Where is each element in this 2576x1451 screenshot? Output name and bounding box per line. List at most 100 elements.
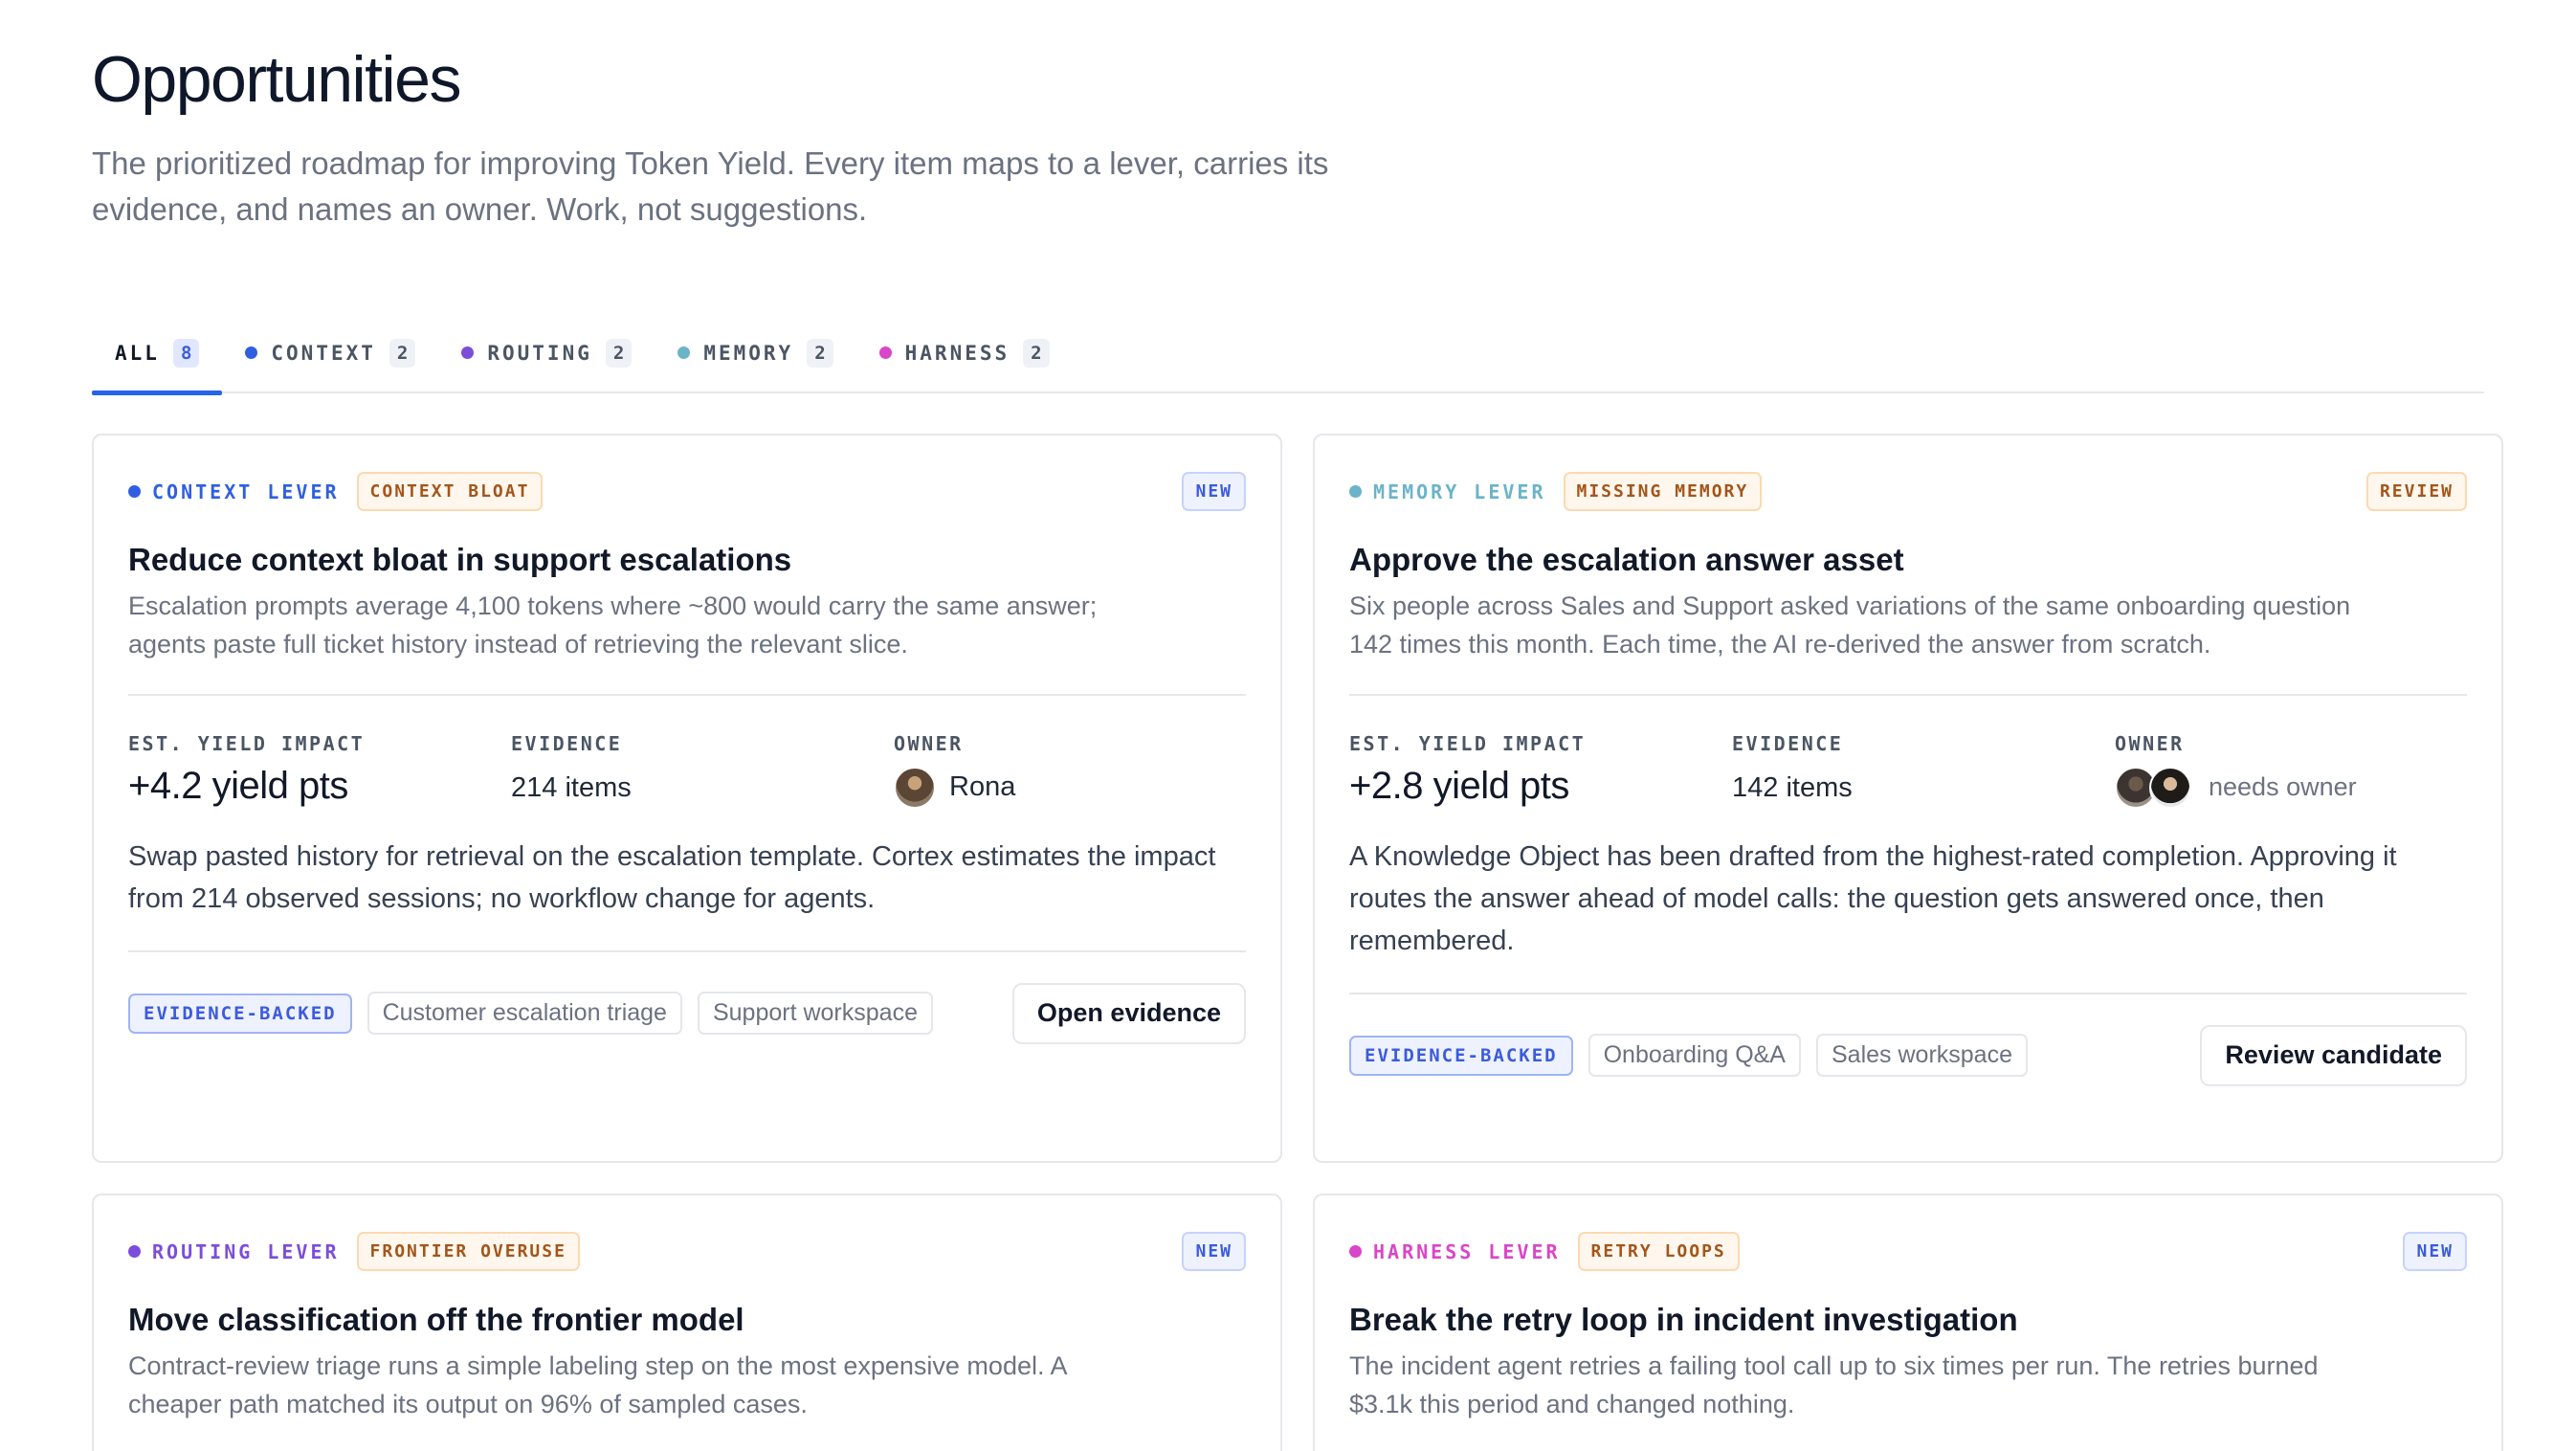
tab-context[interactable]: CONTEXT 2 xyxy=(222,313,438,393)
tab-memory[interactable]: MEMORY 2 xyxy=(655,313,855,393)
owner-name: needs owner xyxy=(2209,772,2357,802)
card-body: A Knowledge Object has been drafted from… xyxy=(1349,840,2397,956)
lever-text: CONTEXT LEVER xyxy=(152,480,340,503)
workflow-chip[interactable]: Customer escalation triage xyxy=(366,992,682,1036)
tab-label: CONTEXT xyxy=(271,341,376,365)
status-badge: NEW xyxy=(1182,472,1246,512)
card-header: CONTEXT LEVER CONTEXT BLOAT NEW xyxy=(128,470,1246,514)
avatar xyxy=(894,766,936,809)
card-body: Swap pasted history for retrieval on the… xyxy=(128,840,1216,914)
metric-label: EST. YIELD IMPACT xyxy=(1349,731,1587,755)
page-subtitle: The prioritized roadmap for improving To… xyxy=(92,145,1329,227)
card-header: HARNESS LEVER RETRY LOOPS NEW xyxy=(1349,1230,2467,1274)
lever-filter-tabs: ALL 8 CONTEXT 2 ROUTING 2 MEMORY 2 HARNE… xyxy=(92,313,2484,395)
lever-label: MEMORY LEVER xyxy=(1349,480,1546,503)
metric-yield: EST. YIELD IMPACT +4.2 yield pts xyxy=(128,732,511,809)
avatar xyxy=(2149,766,2191,809)
metric-label: OWNER xyxy=(894,731,964,755)
context-dot-icon xyxy=(245,346,258,360)
card-footer: EVIDENCE-BACKED Customer escalation tria… xyxy=(128,982,1246,1044)
metric-owner: OWNER needs owner xyxy=(2115,732,2498,809)
card-title[interactable]: Reduce context bloat in support escalati… xyxy=(128,539,1246,581)
opportunity-card-harness: HARNESS LEVER RETRY LOOPS NEW Break the … xyxy=(1313,1193,2503,1451)
metric-owner: OWNER Rona xyxy=(894,732,1277,809)
lever-dot-icon xyxy=(128,1245,141,1259)
harness-dot-icon xyxy=(878,346,892,360)
issue-badge: MISSING MEMORY xyxy=(1563,472,1763,512)
metric-yield: EST. YIELD IMPACT +2.8 yield pts xyxy=(1349,732,1732,809)
tab-count: 8 xyxy=(172,338,200,368)
workspace-chip[interactable]: Support workspace xyxy=(697,992,933,1036)
divider xyxy=(128,693,1246,696)
tab-count: 2 xyxy=(605,338,633,368)
lever-text: ROUTING LEVER xyxy=(152,1239,340,1263)
opportunity-grid: CONTEXT LEVER CONTEXT BLOAT NEW Reduce c… xyxy=(92,433,2503,1451)
tab-label: HARNESS xyxy=(904,341,1010,365)
yield-value: +2.8 yield pts xyxy=(1349,764,1569,807)
lever-label: CONTEXT LEVER xyxy=(128,480,340,503)
issue-badge: RETRY LOOPS xyxy=(1577,1232,1740,1272)
opportunity-card-routing: ROUTING LEVER FRONTIER OVERUSE NEW Move … xyxy=(92,1193,1282,1451)
evidence-backed-badge: EVIDENCE-BACKED xyxy=(1349,1035,1573,1076)
card-description: Six people across Sales and Support aske… xyxy=(1349,591,2351,659)
memory-dot-icon xyxy=(677,346,691,360)
tab-all[interactable]: ALL 8 xyxy=(92,313,223,395)
evidence-value: 214 items xyxy=(511,771,632,803)
metric-label: EVIDENCE xyxy=(1732,731,1844,755)
owner-field[interactable]: needs owner xyxy=(2115,766,2498,809)
card-title[interactable]: Move classification off the frontier mod… xyxy=(128,1299,1246,1341)
tab-count: 2 xyxy=(1023,338,1050,368)
metric-label: EST. YIELD IMPACT xyxy=(128,731,366,755)
metric-label: OWNER xyxy=(2115,731,2185,755)
opportunity-card-context: CONTEXT LEVER CONTEXT BLOAT NEW Reduce c… xyxy=(92,433,1282,1163)
lever-dot-icon xyxy=(128,485,141,499)
tab-label: ROUTING xyxy=(487,341,592,365)
evidence-value: 142 items xyxy=(1732,771,1853,803)
status-badge: NEW xyxy=(2403,1232,2467,1272)
workspace-chip[interactable]: Sales workspace xyxy=(1816,1034,2028,1078)
divider xyxy=(1349,992,2467,994)
metric-evidence: EVIDENCE 142 items xyxy=(1732,732,2115,809)
divider xyxy=(128,949,1246,952)
status-badge: REVIEW xyxy=(2365,472,2467,512)
card-title[interactable]: Approve the escalation answer asset xyxy=(1349,539,2467,581)
card-header: MEMORY LEVER MISSING MEMORY REVIEW xyxy=(1349,470,2467,514)
divider xyxy=(1349,693,2467,696)
card-title[interactable]: Break the retry loop in incident investi… xyxy=(1349,1299,2467,1341)
card-metrics: EST. YIELD IMPACT +4.2 yield pts EVIDENC… xyxy=(128,732,1246,809)
card-description: Contract-review triage runs a simple lab… xyxy=(128,1351,1067,1418)
card-header: ROUTING LEVER FRONTIER OVERUSE NEW xyxy=(128,1230,1246,1274)
owner-name: Rona xyxy=(949,771,1016,803)
card-description: Escalation prompts average 4,100 tokens … xyxy=(128,591,1098,659)
tab-harness[interactable]: HARNESS 2 xyxy=(856,313,1073,393)
yield-value: +4.2 yield pts xyxy=(128,764,348,807)
page-title: Opportunities xyxy=(92,43,461,116)
card-description: The incident agent retries a failing too… xyxy=(1349,1351,2319,1418)
owner-field[interactable]: Rona xyxy=(894,766,1277,809)
issue-badge: CONTEXT BLOAT xyxy=(356,472,544,512)
metric-evidence: EVIDENCE 214 items xyxy=(511,732,894,809)
lever-text: MEMORY LEVER xyxy=(1373,480,1546,503)
tab-count: 2 xyxy=(807,338,833,368)
lever-dot-icon xyxy=(1349,485,1362,499)
tab-label: ALL xyxy=(115,341,160,365)
evidence-backed-badge: EVIDENCE-BACKED xyxy=(128,993,352,1034)
card-metrics: EST. YIELD IMPACT +2.8 yield pts EVIDENC… xyxy=(1349,732,2467,809)
open-evidence-button[interactable]: Open evidence xyxy=(1011,982,1246,1044)
routing-dot-icon xyxy=(461,346,475,360)
lever-label: ROUTING LEVER xyxy=(128,1240,340,1263)
tab-count: 2 xyxy=(389,338,416,368)
opportunity-card-memory: MEMORY LEVER MISSING MEMORY REVIEW Appro… xyxy=(1313,433,2503,1163)
card-footer: EVIDENCE-BACKED Onboarding Q&A Sales wor… xyxy=(1349,1024,2467,1086)
metric-label: EVIDENCE xyxy=(511,731,623,755)
lever-dot-icon xyxy=(1349,1245,1362,1259)
lever-label: HARNESS LEVER xyxy=(1349,1240,1561,1263)
tab-label: MEMORY xyxy=(703,341,794,365)
opportunities-page: Opportunities The prioritized roadmap fo… xyxy=(0,0,2576,1451)
lever-text: HARNESS LEVER xyxy=(1373,1239,1561,1263)
review-candidate-button[interactable]: Review candidate xyxy=(2200,1024,2467,1086)
workflow-chip[interactable]: Onboarding Q&A xyxy=(1588,1034,1801,1078)
status-badge: NEW xyxy=(1182,1232,1246,1272)
tab-routing[interactable]: ROUTING 2 xyxy=(438,313,655,393)
issue-badge: FRONTIER OVERUSE xyxy=(356,1232,580,1272)
